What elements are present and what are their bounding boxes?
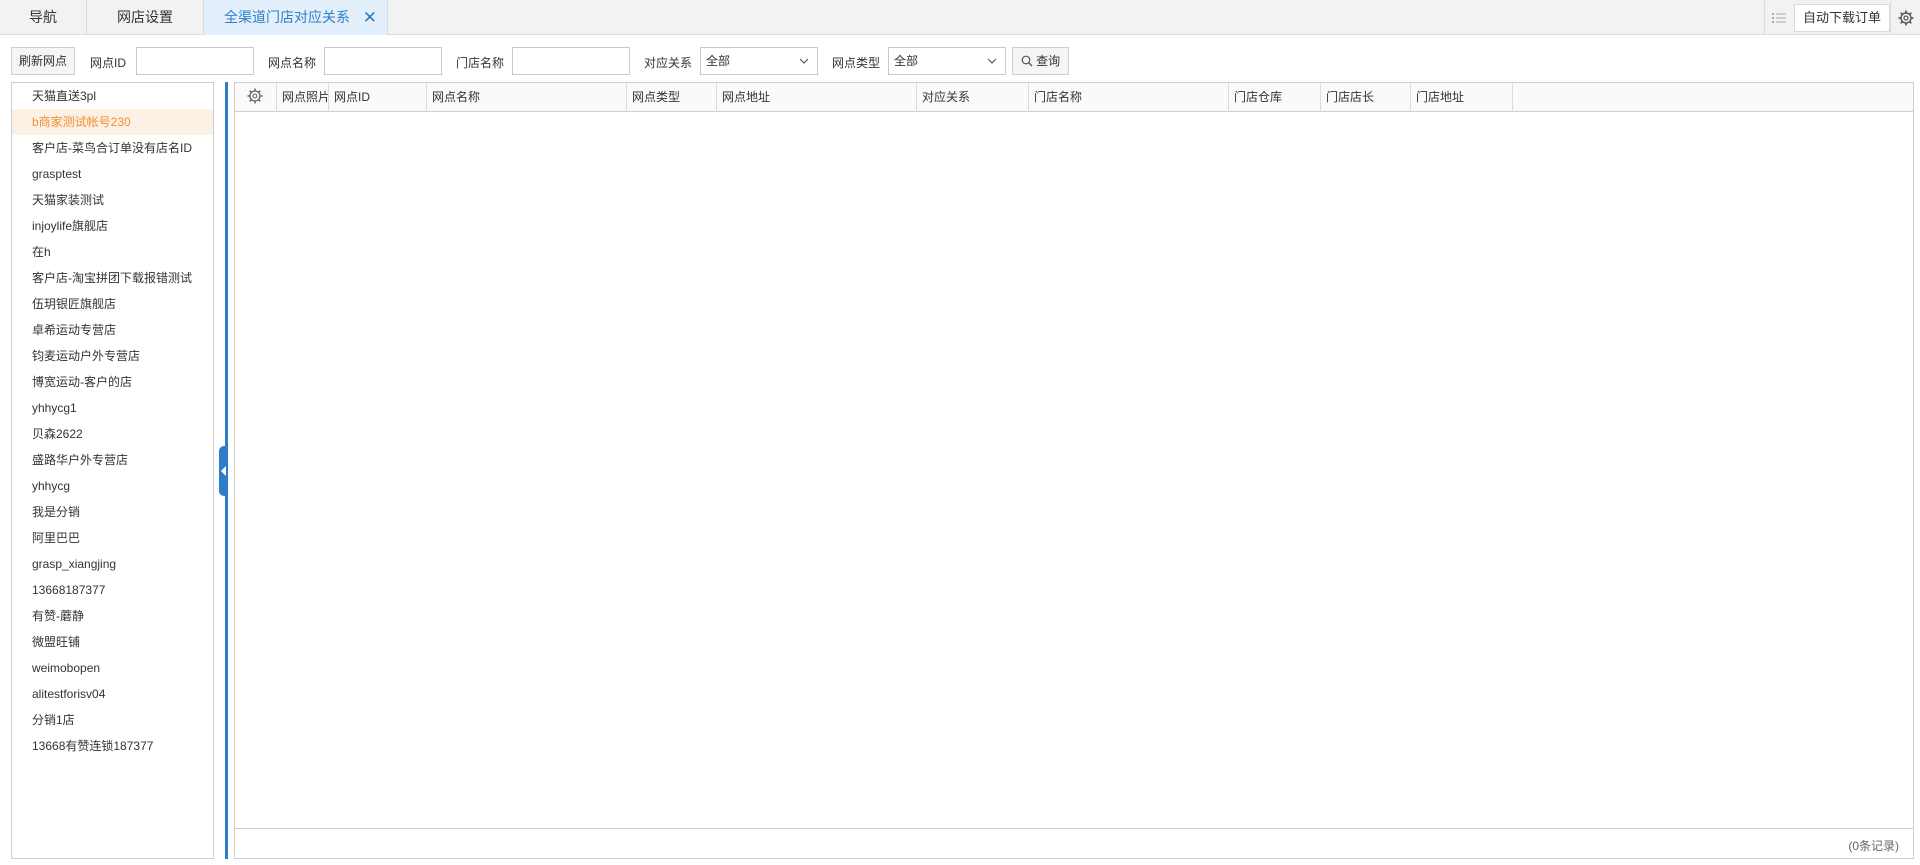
- sidebar-shop-item[interactable]: 分销1店: [12, 707, 213, 733]
- grid-settings-gear-icon[interactable]: [235, 83, 277, 112]
- sidebar-shop-item[interactable]: injoylife旗舰店: [12, 213, 213, 239]
- grid-footer: (0条记录): [235, 828, 1913, 858]
- column-header-shop-name[interactable]: 网点名称: [427, 83, 627, 112]
- collapse-sidebar-handle[interactable]: [219, 446, 228, 496]
- sidebar-shop-item[interactable]: 微盟旺铺: [12, 629, 213, 655]
- sidebar-shop-item[interactable]: yhhycg: [12, 473, 213, 499]
- gear-icon[interactable]: [1890, 0, 1920, 35]
- column-header-store-manager[interactable]: 门店店长: [1321, 83, 1411, 112]
- shop-id-input[interactable]: [136, 47, 254, 75]
- relation-select-value: 全部: [706, 54, 731, 68]
- sidebar-shop-item[interactable]: 13668有赞连锁187377: [12, 733, 213, 759]
- shop-type-select-value: 全部: [894, 54, 919, 68]
- store-name-input[interactable]: [512, 47, 630, 75]
- sidebar-shop-item[interactable]: 在h: [12, 239, 213, 265]
- store-name-label: 门店名称: [456, 56, 505, 70]
- search-icon: [1021, 54, 1036, 68]
- column-header-store-warehouse[interactable]: 门店仓库: [1229, 83, 1321, 112]
- close-icon[interactable]: ✕: [363, 0, 377, 35]
- column-header-shop-address[interactable]: 网点地址: [717, 83, 917, 112]
- sidebar-shop-item[interactable]: 卓希运动专营店: [12, 317, 213, 343]
- refresh-shops-button[interactable]: 刷新网点: [11, 47, 75, 75]
- column-header-store-name[interactable]: 门店名称: [1029, 83, 1229, 112]
- chevron-down-icon: [987, 48, 997, 83]
- column-header-store-address[interactable]: 门店地址: [1411, 83, 1513, 112]
- grid-header: 网点照片 网点ID 网点名称 网点类型 网点地址 对应关系 门店名称 门店仓库 门店店长 门店地址: [235, 83, 1913, 112]
- sidebar-shop-item[interactable]: weimobopen: [12, 655, 213, 681]
- auto-download-orders-button[interactable]: 自动下载订单: [1793, 4, 1890, 32]
- relation-label: 对应关系: [644, 56, 693, 70]
- relation-select[interactable]: 全部: [700, 47, 818, 75]
- relation-grid: 网点照片 网点ID 网点名称 网点类型 网点地址 对应关系 门店名称 门店仓库 门店店长 门店地址…: [234, 82, 1914, 859]
- sidebar-shop-item[interactable]: 伍玥银匠旗舰店: [12, 291, 213, 317]
- sidebar-shop-item[interactable]: 有赞-蘑静: [12, 603, 213, 629]
- shop-type-label: 网点类型: [832, 56, 881, 70]
- sidebar-shop-item[interactable]: 客户店-淘宝拼团下载报错测试: [12, 265, 213, 291]
- sidebar-shop-item[interactable]: 盛路华户外专营店: [12, 447, 213, 473]
- shop-name-label: 网点名称: [268, 56, 317, 70]
- sidebar-shop-item[interactable]: 天猫家装测试: [12, 187, 213, 213]
- sidebar-shop-item[interactable]: grasp_xiangjing: [12, 551, 213, 577]
- query-button-label: 查询: [1036, 54, 1061, 68]
- sidebar-shop-item[interactable]: 博宽运动-客户的店: [12, 369, 213, 395]
- column-header-shop-id[interactable]: 网点ID: [329, 83, 427, 112]
- tab-bar: 导航 网店设置 全渠道门店对应关系 ✕ 自动下载订单: [0, 0, 1920, 35]
- shop-id-label: 网点ID: [90, 56, 127, 70]
- chevron-left-icon: [221, 466, 226, 476]
- query-button[interactable]: 查询: [1012, 47, 1069, 75]
- sidebar-shop-item[interactable]: grasptest: [12, 161, 213, 187]
- sidebar-shop-item[interactable]: yhhycg1: [12, 395, 213, 421]
- record-count: (0条记录): [1848, 839, 1899, 853]
- tab-shop-settings[interactable]: 网店设置: [87, 0, 204, 35]
- sidebar-shop-item[interactable]: 我是分销: [12, 499, 213, 525]
- shop-list-sidebar: 天猫直送3pl b商家测试帐号230 客户店-菜鸟合订单没有店名ID grasptes…: [11, 82, 214, 859]
- column-header-photo[interactable]: 网点照片: [277, 83, 329, 112]
- column-header-relation[interactable]: 对应关系: [917, 83, 1029, 112]
- tab-navigation[interactable]: 导航: [0, 0, 87, 35]
- filter-bar: 刷新网点 网点ID 网点名称 门店名称 对应关系 全部 网点类型 全部 查询: [0, 45, 1920, 77]
- sidebar-shop-item[interactable]: 钧麦运动户外专营店: [12, 343, 213, 369]
- sidebar-shop-item[interactable]: 阿里巴巴: [12, 525, 213, 551]
- toolbar-right: 自动下载订单: [1763, 0, 1920, 35]
- sidebar-shop-item[interactable]: 贝森2622: [12, 421, 213, 447]
- sidebar-shop-item[interactable]: b商家测试帐号230: [12, 109, 213, 135]
- sidebar-shop-item[interactable]: 天猫直送3pl: [12, 83, 213, 109]
- tab-store-relation[interactable]: 全渠道门店对应关系 ✕: [204, 0, 388, 35]
- column-header-shop-type[interactable]: 网点类型: [627, 83, 717, 112]
- sidebar-shop-item[interactable]: 13668187377: [12, 577, 213, 603]
- tab-store-relation-label: 全渠道门店对应关系: [224, 9, 350, 25]
- chevron-down-icon: [799, 48, 809, 83]
- list-icon[interactable]: [1763, 0, 1794, 35]
- sidebar-shop-item[interactable]: 客户店-菜鸟合订单没有店名ID: [12, 135, 213, 161]
- sidebar-shop-item[interactable]: alitestforisv04: [12, 681, 213, 707]
- shop-name-input[interactable]: [324, 47, 442, 75]
- shop-type-select[interactable]: 全部: [888, 47, 1006, 75]
